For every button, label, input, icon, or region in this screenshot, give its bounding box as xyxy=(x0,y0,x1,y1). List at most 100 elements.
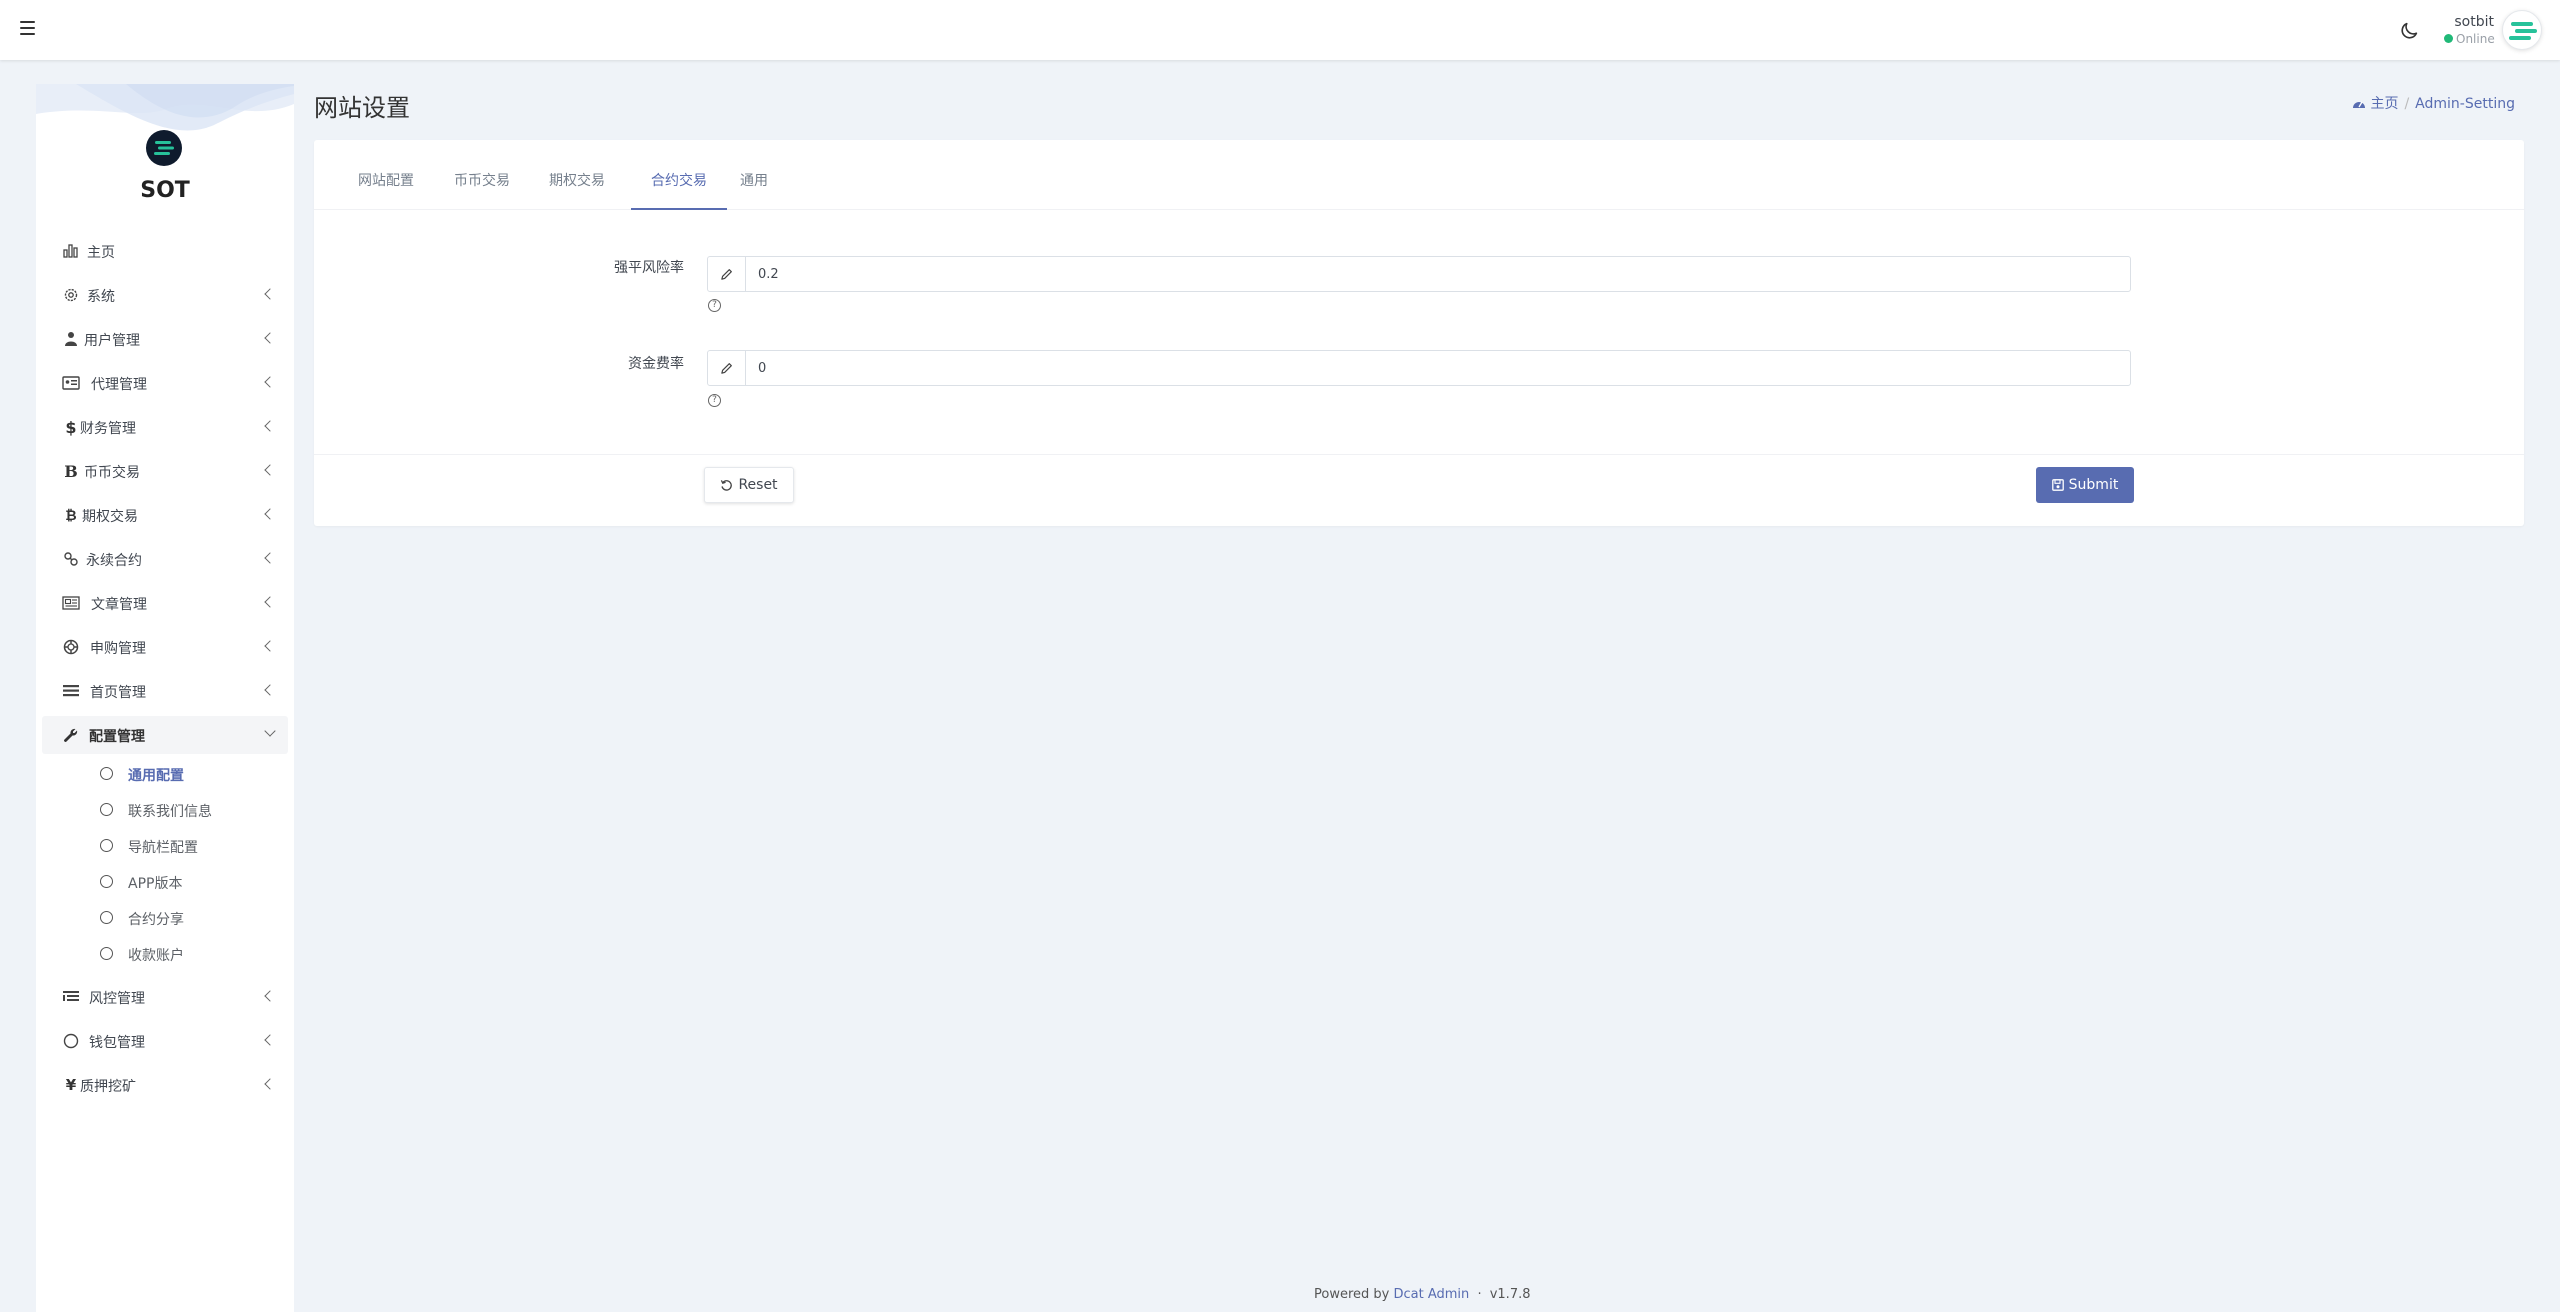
pencil-icon xyxy=(708,351,746,385)
circle-icon xyxy=(100,875,113,888)
user-status: Online xyxy=(2444,32,2495,46)
sidebar-item-label: 钱包管理 xyxy=(89,1035,145,1051)
save-icon xyxy=(2051,479,2064,491)
tab-options-trading[interactable]: 期权交易 xyxy=(549,170,619,210)
breadcrumb-home-label: 主页 xyxy=(2370,96,2399,112)
sidebar-item-users[interactable]: 用户管理 xyxy=(42,320,288,358)
sidebar-item-config[interactable]: 配置管理 xyxy=(42,716,288,754)
funding-rate-input-group xyxy=(707,350,2131,386)
sidebar-item-label: 永续合约 xyxy=(86,553,142,569)
sidebar-subitem-payment-account[interactable]: 收款账户 xyxy=(42,938,288,970)
gear-icon xyxy=(62,287,80,303)
sidebar-item-risk-control[interactable]: 风控管理 xyxy=(42,978,288,1016)
sidebar-subitem-label: 联系我们信息 xyxy=(128,804,212,820)
sidebar-item-articles[interactable]: 文章管理 xyxy=(42,584,288,622)
chevron-left-icon xyxy=(264,376,276,388)
sidebar-item-label: 用户管理 xyxy=(84,333,140,349)
reset-button[interactable]: Reset xyxy=(704,467,794,503)
sidebar-item-label: 期权交易 xyxy=(82,509,138,525)
circle-icon xyxy=(100,947,113,960)
sidebar-item-label: 质押挖矿 xyxy=(80,1079,136,1095)
sidebar-subitem-label: 导航栏配置 xyxy=(128,840,198,856)
sidebar-item-perpetual[interactable]: 永续合约 xyxy=(42,540,288,578)
sidebar-subitem-general-config[interactable]: 通用配置 xyxy=(42,758,288,790)
sidebar-subitem-label: APP版本 xyxy=(128,876,183,892)
footer-link[interactable]: Dcat Admin xyxy=(1394,1287,1470,1302)
dark-mode-moon-icon[interactable] xyxy=(2398,20,2420,42)
chevron-down-icon xyxy=(264,725,276,737)
avatar-logo-icon xyxy=(2509,22,2537,40)
user-status-text: Online xyxy=(2456,32,2495,46)
link-icon xyxy=(62,551,80,567)
settings-tabs: 网站配置 币币交易 期权交易 合约交易 通用 xyxy=(314,140,2524,210)
dashboard-icon xyxy=(2353,101,2365,108)
sidebar-item-label: 首页管理 xyxy=(90,685,146,701)
chevron-left-icon xyxy=(264,990,276,1002)
sidebar-subitem-contact-info[interactable]: 联系我们信息 xyxy=(42,794,288,826)
sidebar-item-label: 代理管理 xyxy=(91,377,147,393)
sidebar-item-label: 币币交易 xyxy=(84,465,140,481)
sidebar-item-wallet[interactable]: 钱包管理 xyxy=(42,1022,288,1060)
bitcoin-icon: ₿ xyxy=(65,507,77,524)
sidebar-item-homepage[interactable]: 首页管理 xyxy=(42,672,288,710)
submit-button[interactable]: Submit xyxy=(2036,467,2134,503)
undo-icon xyxy=(721,479,733,491)
sidebar-item-label: 系统 xyxy=(87,289,115,305)
sidebar-item-finance[interactable]: $ 财务管理 xyxy=(42,408,288,446)
footer-separator: · xyxy=(1477,1287,1482,1302)
sidebar: SOT 主页 系统 用户管理 代理管理 $ 财务管理 B 币币交易 ₿ 期权交易… xyxy=(36,84,294,1312)
menu-toggle-icon[interactable] xyxy=(20,21,36,37)
page-footer: Powered by Dcat Admin · v1.7.8 xyxy=(1314,1287,1531,1302)
circle-icon xyxy=(100,803,113,816)
sidebar-item-label: 财务管理 xyxy=(80,421,136,437)
chevron-left-icon xyxy=(264,552,276,564)
sidebar-item-label: 申购管理 xyxy=(90,641,146,657)
breadcrumb-current: Admin-Setting xyxy=(2415,96,2515,112)
chevron-left-icon xyxy=(264,508,276,520)
tab-general[interactable]: 通用 xyxy=(740,170,780,210)
sidebar-item-subscription[interactable]: 申购管理 xyxy=(42,628,288,666)
sidebar-subitem-label: 收款账户 xyxy=(128,948,184,964)
chevron-left-icon xyxy=(264,684,276,696)
sidebar-subitem-app-version[interactable]: APP版本 xyxy=(42,866,288,898)
sidebar-item-spot-trading[interactable]: B 币币交易 xyxy=(42,452,288,490)
liquidation-risk-label: 强平风险率 xyxy=(614,260,684,276)
sidebar-item-system[interactable]: 系统 xyxy=(42,276,288,314)
tab-website-config[interactable]: 网站配置 xyxy=(358,170,428,210)
funding-rate-input[interactable] xyxy=(758,359,2118,377)
user-tie-icon xyxy=(62,331,80,347)
sidebar-item-agents[interactable]: 代理管理 xyxy=(42,364,288,402)
sidebar-item-staking[interactable]: ¥ 质押挖矿 xyxy=(42,1066,288,1104)
tab-spot-trading[interactable]: 币币交易 xyxy=(454,170,524,210)
brand-name: SOT xyxy=(140,178,190,203)
form-footer: Reset Submit xyxy=(314,454,2524,526)
submit-button-label: Submit xyxy=(2068,477,2119,493)
chevron-left-icon xyxy=(264,332,276,344)
user-name[interactable]: sotbit xyxy=(2440,14,2494,30)
page-title: 网站设置 xyxy=(314,94,410,122)
help-icon[interactable]: ? xyxy=(708,299,721,312)
chevron-left-icon xyxy=(264,596,276,608)
tab-contract-trading[interactable]: 合约交易 xyxy=(631,170,727,210)
breadcrumb: 主页 / Admin-Setting xyxy=(2352,93,2515,113)
circle-icon xyxy=(100,839,113,852)
dollar-icon: $ xyxy=(65,417,77,437)
sidebar-subitem-navbar-config[interactable]: 导航栏配置 xyxy=(42,830,288,862)
liquidation-risk-input[interactable] xyxy=(758,265,2118,283)
wrench-icon xyxy=(62,727,80,743)
list-icon xyxy=(62,683,80,699)
bar-chart-icon xyxy=(62,243,80,259)
id-card-icon xyxy=(62,375,80,391)
breadcrumb-home[interactable]: 主页 xyxy=(2352,96,2398,112)
sidebar-subitem-label: 合约分享 xyxy=(128,912,184,928)
b-letter-icon: B xyxy=(64,461,78,481)
chevron-left-icon xyxy=(264,420,276,432)
settings-card: 网站配置 币币交易 期权交易 合约交易 通用 强平风险率 ? 资金费率 ? Re… xyxy=(314,140,2524,526)
sidebar-item-home[interactable]: 主页 xyxy=(42,232,288,270)
sidebar-subitem-contract-share[interactable]: 合约分享 xyxy=(42,902,288,934)
reset-button-label: Reset xyxy=(738,477,778,493)
help-icon[interactable]: ? xyxy=(708,394,721,407)
sidebar-header: SOT xyxy=(36,84,294,204)
avatar[interactable] xyxy=(2502,10,2542,50)
sidebar-item-options[interactable]: ₿ 期权交易 xyxy=(42,496,288,534)
